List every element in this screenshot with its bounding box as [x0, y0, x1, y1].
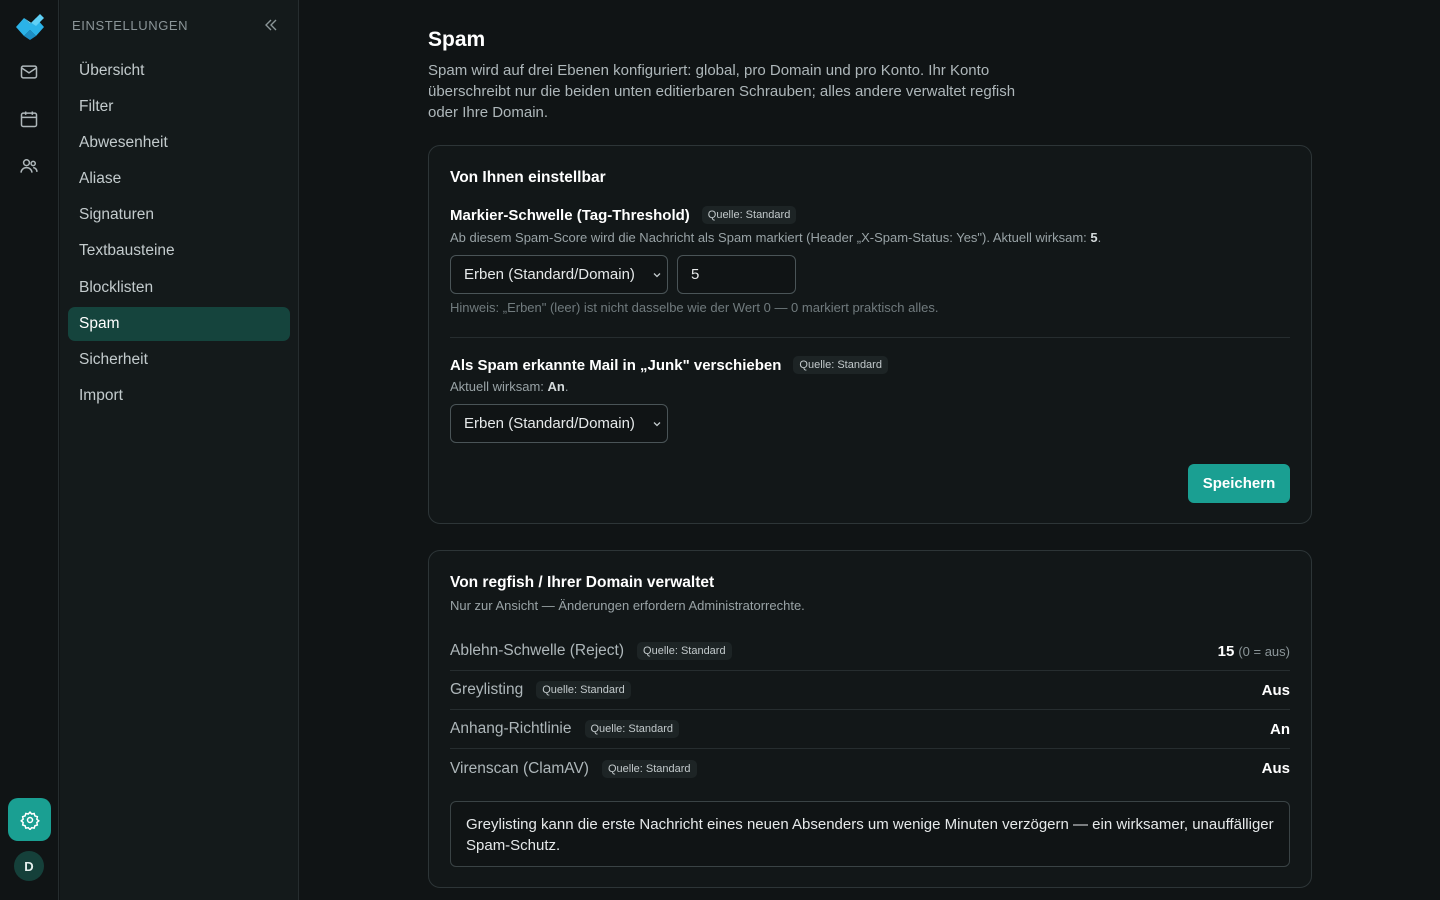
- contacts-icon[interactable]: [16, 153, 42, 179]
- sidebar-item-sicherheit[interactable]: Sicherheit: [68, 343, 290, 377]
- settings-sidebar: EINSTELLUNGEN Übersicht Filter Abwesenhe…: [60, 0, 299, 900]
- settings-nav: Übersicht Filter Abwesenheit Aliase Sign…: [68, 54, 290, 415]
- threshold-value-input[interactable]: 5: [677, 255, 796, 294]
- icon-rail: D: [0, 0, 59, 900]
- save-button[interactable]: Speichern: [1188, 464, 1290, 503]
- source-badge: Quelle: Standard: [536, 681, 631, 699]
- threshold-help: Ab diesem Spam-Score wird die Nachricht …: [450, 230, 1101, 245]
- page-description: Spam wird auf drei Ebenen konfiguriert: …: [428, 62, 1016, 121]
- sidebar-item-abwesenheit[interactable]: Abwesenheit: [68, 126, 290, 160]
- editable-settings-card: Von Ihnen einstellbar Markier-Schwelle (…: [428, 145, 1312, 524]
- junk-label-row: Als Spam erkannte Mail in „Junk" verschi…: [450, 356, 888, 374]
- threshold-label-row: Markier-Schwelle (Tag-Threshold) Quelle:…: [450, 206, 797, 224]
- threshold-label: Markier-Schwelle (Tag-Threshold): [450, 206, 690, 224]
- divider: [450, 337, 1290, 338]
- junk-label: Als Spam erkannte Mail in „Junk" verschi…: [450, 356, 782, 374]
- source-badge: Quelle: Standard: [637, 642, 732, 660]
- calendar-icon[interactable]: [16, 106, 42, 132]
- threshold-select[interactable]: Erben (Standard/Domain): [450, 255, 668, 294]
- chevrons-left-icon: [265, 19, 277, 31]
- source-badge: Quelle: Standard: [701, 206, 797, 224]
- gear-icon: [19, 810, 40, 830]
- managed-card-title: Von regfish / Ihrer Domain verwaltet: [450, 574, 715, 591]
- sidebar-item-blocklisten[interactable]: Blocklisten: [68, 271, 290, 305]
- sidebar-item-filter[interactable]: Filter: [68, 90, 290, 124]
- managed-card-subtitle: Nur zur Ansicht — Änderungen erfordern A…: [450, 598, 805, 613]
- threshold-select-value: Erben (Standard/Domain): [464, 266, 635, 283]
- junk-effective-value: An: [547, 379, 565, 394]
- row-value: An: [1270, 720, 1290, 738]
- junk-help-text: Aktuell wirksam:: [450, 379, 548, 394]
- threshold-hint: Hinweis: „Erben" (leer) ist nicht dassel…: [450, 300, 939, 315]
- sidebar-header: EINSTELLUNGEN: [72, 18, 189, 33]
- threshold-effective-value: 5: [1090, 230, 1098, 245]
- row-label: Anhang-Richtlinie: [450, 720, 572, 737]
- avatar[interactable]: D: [14, 851, 44, 881]
- source-badge: Quelle: Standard: [601, 759, 697, 778]
- sidebar-item-signaturen[interactable]: Signaturen: [68, 198, 290, 232]
- sidebar-item-import[interactable]: Import: [68, 379, 290, 413]
- threshold-help-text: Ab diesem Spam-Score wird die Nachricht …: [450, 230, 1091, 245]
- sidebar-item-aliase[interactable]: Aliase: [68, 162, 290, 196]
- table-row: Virenscan (ClamAV) Quelle: Standard Aus: [450, 749, 1290, 788]
- threshold-help-end: .: [1097, 230, 1102, 245]
- sidebar-item-uebersicht[interactable]: Übersicht: [68, 54, 290, 88]
- junk-select-value: Erben (Standard/Domain): [464, 415, 635, 432]
- row-value: Aus: [1261, 681, 1290, 699]
- row-value: 15 (0 = aus): [1218, 643, 1290, 660]
- table-row: Greylisting Quelle: Standard Aus: [450, 671, 1290, 710]
- row-value-number: 15: [1217, 642, 1235, 660]
- collapse-sidebar-button[interactable]: [261, 15, 281, 35]
- settings-button[interactable]: [8, 798, 51, 841]
- junk-select[interactable]: Erben (Standard/Domain): [450, 404, 668, 443]
- row-label: Virenscan (ClamAV): [450, 759, 589, 777]
- managed-settings-card: Von regfish / Ihrer Domain verwaltet Nur…: [428, 550, 1312, 888]
- row-value: Aus: [1261, 760, 1290, 777]
- table-row: Ablehn-Schwelle (Reject) Quelle: Standar…: [450, 632, 1290, 671]
- table-row: Anhang-Richtlinie Quelle: Standard An: [450, 710, 1290, 749]
- row-label: Greylisting: [450, 681, 524, 698]
- page-title: Spam: [428, 28, 486, 51]
- sidebar-item-spam[interactable]: Spam: [68, 306, 290, 341]
- chevron-down-icon: [653, 273, 661, 278]
- junk-help: Aktuell wirksam: An.: [450, 379, 569, 394]
- chevron-down-icon: [653, 422, 661, 427]
- greylisting-info-box: Greylisting kann die erste Nachricht ein…: [450, 801, 1290, 867]
- source-badge: Quelle: Standard: [793, 356, 888, 374]
- editable-card-title: Von Ihnen einstellbar: [450, 169, 606, 186]
- row-value-suffix: (0 = aus): [1238, 643, 1290, 659]
- junk-help-end: .: [564, 379, 569, 394]
- row-label: Ablehn-Schwelle (Reject): [450, 642, 625, 659]
- mail-icon[interactable]: [16, 59, 42, 85]
- source-badge: Quelle: Standard: [584, 720, 680, 738]
- logo-icon[interactable]: [14, 13, 46, 41]
- sidebar-item-textbausteine[interactable]: Textbausteine: [68, 234, 290, 268]
